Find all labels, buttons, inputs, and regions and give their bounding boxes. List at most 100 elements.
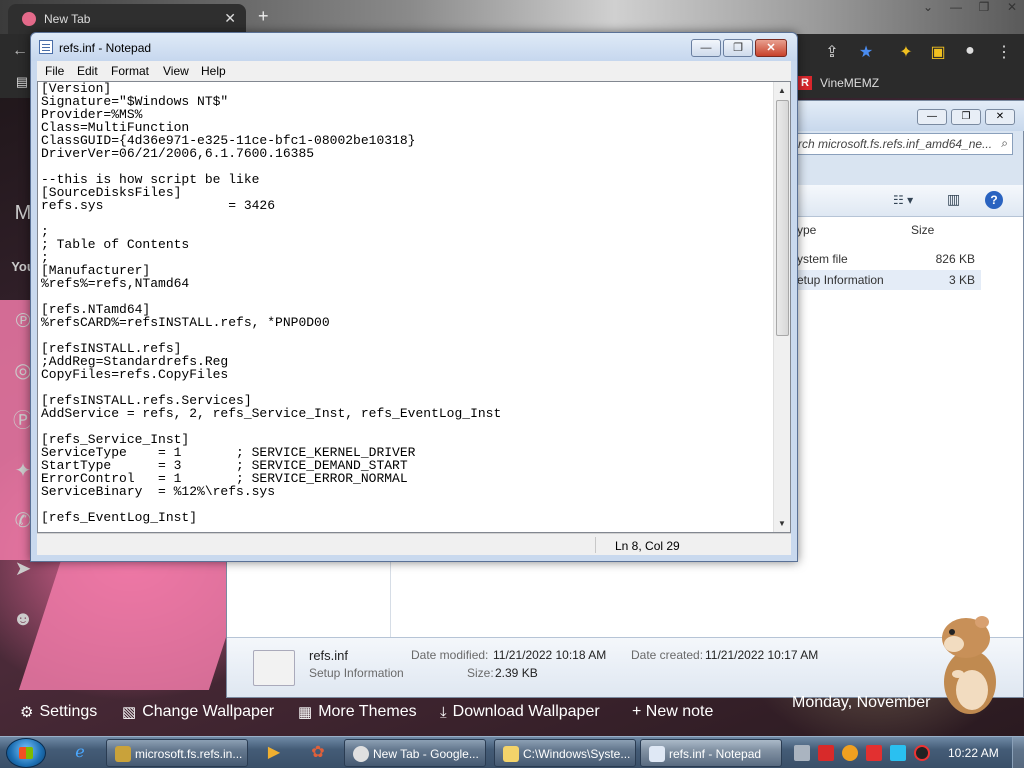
text-line[interactable]: Signature="$Windows NT$" bbox=[41, 95, 771, 108]
show-desktop-button[interactable] bbox=[1012, 737, 1024, 768]
menu-format[interactable]: Format bbox=[111, 64, 149, 78]
download-wallpaper-button[interactable]: ⤓ Download Wallpaper bbox=[440, 703, 600, 721]
taskbar-clock[interactable]: 10:22 AM bbox=[948, 746, 999, 760]
new-tab-plus-icon[interactable]: + bbox=[258, 6, 269, 27]
more-themes-button[interactable]: ▦ More Themes bbox=[298, 703, 417, 721]
media-player-icon[interactable]: ▶ bbox=[254, 739, 294, 767]
side-panel-icon[interactable]: ▣ bbox=[928, 42, 948, 62]
bookmark-folder-icon[interactable]: ▤ bbox=[12, 74, 32, 94]
vertical-scrollbar[interactable]: ▲ ▼ bbox=[773, 82, 790, 532]
star-bookmark-icon[interactable]: ★ bbox=[856, 42, 876, 62]
search-icon: ⌕ bbox=[1001, 136, 1008, 150]
explorer-minimize-button[interactable]: — bbox=[917, 109, 947, 125]
taskbar-item-folder[interactable]: C:\Windows\Syste... bbox=[494, 739, 636, 767]
explorer-maximize-button[interactable]: ❐ bbox=[951, 109, 981, 125]
chrome-tab-favicon-icon bbox=[22, 12, 36, 26]
notepad-window-title: refs.inf - Notepad bbox=[59, 41, 152, 55]
notepad-text-area[interactable]: [Version] Signature="$Windows NT$" Provide… bbox=[37, 81, 791, 533]
chrome-menu-icon[interactable]: ⋮ bbox=[994, 42, 1014, 62]
statusbar-divider bbox=[595, 537, 596, 553]
tray-app-icon[interactable] bbox=[794, 745, 810, 761]
file-type: ystem file bbox=[797, 252, 848, 266]
tray-antivirus-icon[interactable] bbox=[818, 745, 834, 761]
menu-edit[interactable]: Edit bbox=[77, 64, 98, 78]
menu-view[interactable]: View bbox=[163, 64, 189, 78]
text-line[interactable]: ; Table of Contents bbox=[41, 238, 771, 251]
taskbar-item-explorer[interactable]: microsoft.fs.refs.in... bbox=[106, 739, 248, 767]
file-size: 826 KB bbox=[935, 252, 975, 266]
menu-file[interactable]: File bbox=[45, 64, 64, 78]
view-options-icon[interactable]: ☷ ▾ bbox=[893, 193, 913, 207]
change-wallpaper-button[interactable]: ▧ Change Wallpaper bbox=[122, 703, 274, 721]
file-row[interactable]: ystem file 826 KB bbox=[793, 249, 981, 269]
text-line[interactable] bbox=[41, 212, 771, 225]
scrollbar-thumb[interactable] bbox=[776, 100, 789, 336]
help-icon[interactable]: ? bbox=[985, 191, 1003, 209]
text-line[interactable]: refs.sys = 3426 bbox=[41, 199, 771, 212]
chrome-close-icon[interactable]: ✕ bbox=[1000, 0, 1024, 18]
chrome-chevron-icon[interactable]: ⌄ bbox=[916, 0, 940, 18]
text-line[interactable]: %refsCARD%=refsINSTALL.refs, *PNP0D00 bbox=[41, 316, 771, 329]
notepad-menubar: File Edit Format View Help bbox=[37, 61, 791, 81]
start-button[interactable] bbox=[6, 738, 46, 768]
explorer-close-button[interactable]: ✕ bbox=[985, 109, 1015, 125]
taskbar-item-chrome[interactable]: New Tab - Google... bbox=[344, 739, 486, 767]
file-row[interactable]: etup Information 3 KB bbox=[793, 270, 981, 290]
text-line[interactable] bbox=[41, 290, 771, 303]
text-line[interactable]: [refs_EventLog_Inst] bbox=[41, 511, 771, 524]
back-arrow-icon[interactable]: ← bbox=[12, 42, 28, 60]
preview-pane-icon[interactable]: ▥ bbox=[947, 191, 960, 208]
chrome-icon bbox=[353, 746, 369, 762]
tray-flag-icon[interactable] bbox=[866, 745, 882, 761]
column-header-size[interactable]: Size bbox=[911, 223, 934, 237]
scroll-up-arrow-icon[interactable]: ▲ bbox=[774, 82, 790, 99]
details-created-value: 11/21/2022 10:17 AM bbox=[705, 648, 819, 662]
explorer-search-placeholder: rch microsoft.fs.refs.inf_amd64_ne... bbox=[798, 137, 993, 151]
tray-search-icon[interactable] bbox=[842, 745, 858, 761]
text-line[interactable]: CopyFiles=refs.CopyFiles bbox=[41, 368, 771, 381]
menu-help[interactable]: Help bbox=[201, 64, 226, 78]
bookmark-vinememz[interactable]: R VineMEMZ bbox=[798, 76, 879, 90]
system-tray: 10:22 AM bbox=[790, 741, 1024, 765]
details-modified-value: 11/21/2022 10:18 AM bbox=[493, 648, 607, 662]
notepad-titlebar[interactable]: refs.inf - Notepad — ❐ ✕ bbox=[31, 33, 797, 61]
profile-avatar-icon[interactable]: ● bbox=[960, 42, 980, 62]
grid-icon: ▦ bbox=[298, 704, 313, 721]
text-line[interactable]: DriverVer=06/21/2006,6.1.7600.16385 bbox=[41, 147, 771, 160]
chrome-tab-new-tab[interactable]: New Tab ✕ bbox=[8, 4, 246, 34]
chrome-restore-icon[interactable]: ❐ bbox=[972, 0, 996, 18]
close-button[interactable]: ✕ bbox=[755, 39, 787, 57]
chrome-minimize-icon[interactable]: — bbox=[944, 0, 968, 18]
tray-network-icon[interactable] bbox=[890, 745, 906, 761]
paint-app-icon[interactable]: ✿ bbox=[298, 739, 338, 767]
internet-explorer-icon[interactable]: ℯ bbox=[60, 739, 100, 767]
column-header-type[interactable]: ype bbox=[797, 223, 816, 237]
text-line[interactable]: ServiceBinary = %12%\refs.sys bbox=[41, 485, 771, 498]
tray-record-icon[interactable] bbox=[914, 745, 930, 761]
taskbar-item-notepad[interactable]: refs.inf - Notepad bbox=[640, 739, 782, 767]
settings-button[interactable]: ⚙ Settings bbox=[20, 703, 97, 721]
taskbar-item-label: microsoft.fs.refs.in... bbox=[135, 747, 243, 761]
download-wallpaper-label: Download Wallpaper bbox=[452, 703, 600, 720]
details-file-name: refs.inf bbox=[309, 648, 349, 663]
maximize-button[interactable]: ❐ bbox=[723, 39, 753, 57]
text-line[interactable]: AddService = refs, 2, refs_Service_Inst,… bbox=[41, 407, 771, 420]
text-line[interactable]: %refs%=refs,NTamd64 bbox=[41, 277, 771, 290]
scroll-down-arrow-icon[interactable]: ▼ bbox=[774, 515, 790, 532]
minimize-button[interactable]: — bbox=[691, 39, 721, 57]
notepad-text-content[interactable]: [Version] Signature="$Windows NT$" Provide… bbox=[41, 82, 771, 532]
close-tab-icon[interactable]: ✕ bbox=[224, 10, 236, 27]
chrome-window-controls: ⌄ — ❐ ✕ bbox=[912, 0, 1024, 22]
share-icon[interactable]: ⇪ bbox=[822, 42, 842, 62]
taskbar-item-label: New Tab - Google... bbox=[373, 747, 479, 761]
more-themes-label: More Themes bbox=[318, 703, 417, 720]
details-file-kind: Setup Information bbox=[309, 666, 404, 680]
reddit-icon[interactable]: ☻ bbox=[6, 602, 40, 636]
explorer-search-input[interactable]: rch microsoft.fs.refs.inf_amd64_ne... ⌕ bbox=[793, 133, 1013, 155]
desktop-date: Monday, November bbox=[792, 694, 931, 711]
folder-icon bbox=[503, 746, 519, 762]
cursor-position: Ln 8, Col 29 bbox=[615, 539, 680, 553]
text-line[interactable]: ; bbox=[41, 251, 771, 264]
new-note-button[interactable]: + New note bbox=[632, 703, 713, 721]
extensions-puzzle-icon[interactable]: ✦ bbox=[896, 42, 916, 62]
